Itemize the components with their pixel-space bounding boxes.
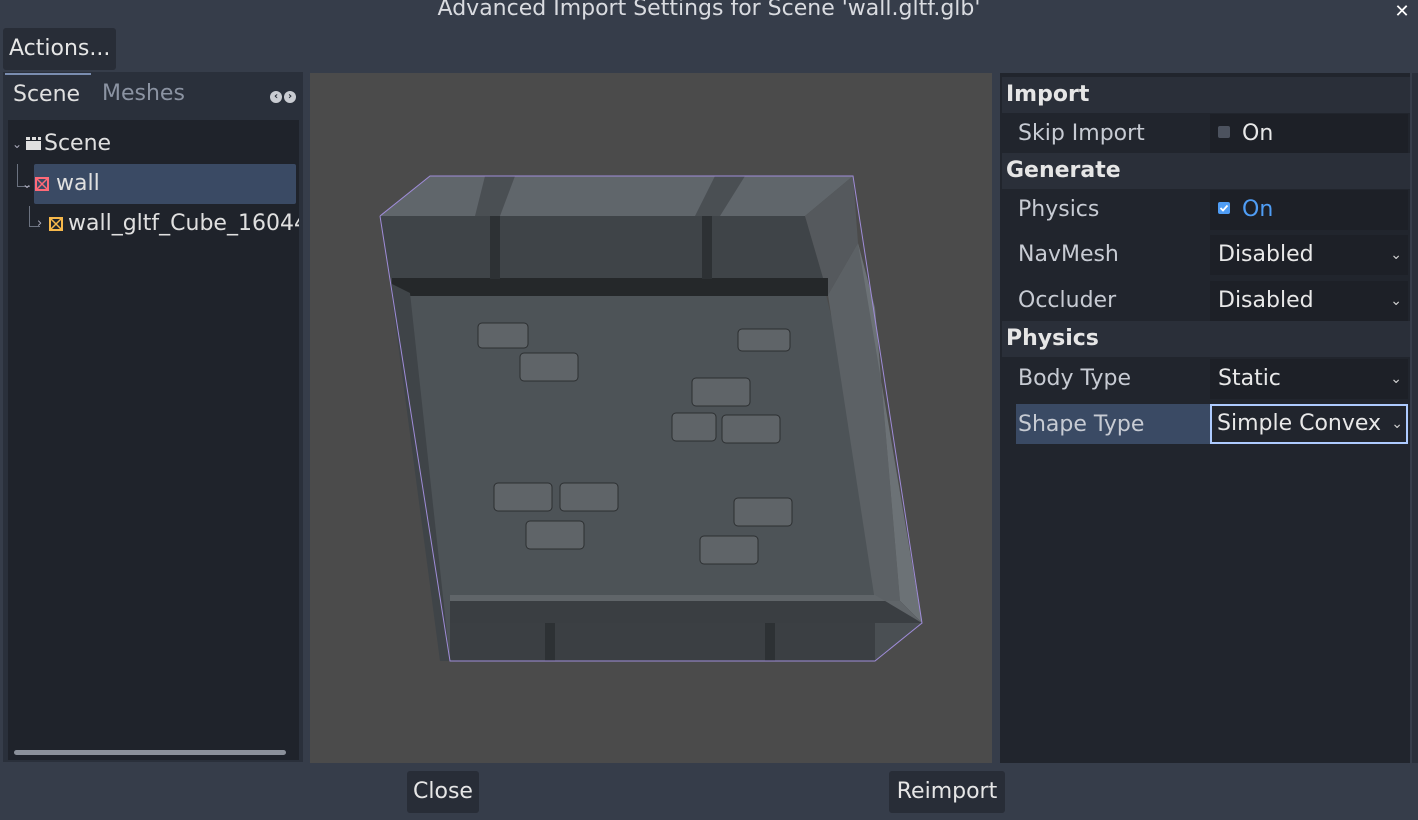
horizontal-scrollbar[interactable] [14,750,286,755]
tab-meshes[interactable]: Meshes [94,73,204,115]
occluder-dropdown[interactable]: Disabled ⌄ [1210,281,1408,321]
expand-arrow-icon[interactable]: ⌄ [22,164,32,204]
section-import[interactable]: Import [1002,77,1410,113]
checked-box-icon [1218,202,1230,214]
tree-item-label: wall_gltf_Cube_16044 [68,211,299,236]
dropdown-value: Disabled [1218,288,1314,313]
expand-arrow-icon[interactable]: ⌄ [12,124,22,164]
unchecked-box-icon [1218,126,1230,138]
tree-item-mesh[interactable]: › wall_gltf_Cube_16044 [8,204,299,244]
3d-preview-viewport[interactable] [310,73,992,763]
skip-import-label: Skip Import [1018,121,1145,146]
dropdown-value: Static [1218,366,1281,391]
occluder-label: Occluder [1018,288,1117,313]
checkbox-value: On [1242,121,1274,146]
close-button[interactable]: Close [407,771,479,813]
section-physics[interactable]: Physics [1002,321,1410,357]
skip-import-checkbox[interactable]: On [1210,114,1408,154]
window-title: Advanced Import Settings for Scene 'wall… [437,0,981,21]
title-bar: Advanced Import Settings for Scene 'wall… [0,0,1418,26]
dropdown-value: Simple Convex [1217,411,1382,436]
chevron-down-icon: ⌄ [1391,416,1403,432]
tree-item-label: wall [56,171,100,196]
tree-item-label: Scene [44,131,112,156]
collapse-arrow-icon[interactable]: › [37,204,42,244]
reimport-button[interactable]: Reimport [889,771,1005,813]
tab-scroll-arrows: ‹ › [270,84,304,104]
mesh-instance-icon [48,204,64,258]
chevron-down-icon: ⌄ [1390,247,1402,263]
physics-label: Physics [1018,197,1100,222]
shape-type-label: Shape Type [1018,412,1145,437]
section-generate[interactable]: Generate [1002,153,1410,189]
inspector-scrollbar[interactable] [1412,73,1418,763]
tab-scene[interactable]: Scene [5,73,91,115]
close-window-icon[interactable]: ✕ [1390,0,1414,24]
chevron-down-icon: ⌄ [1390,293,1402,309]
body-type-label: Body Type [1018,366,1132,391]
checkbox-value: On [1242,197,1274,222]
scene-tree: ⌄ Scene ⌄ wall › wall_gltf_Cube_16044 [8,120,299,760]
physics-checkbox[interactable]: On [1210,190,1408,230]
tree-item-wall[interactable]: ⌄ wall [22,164,296,204]
chevron-down-icon: ⌄ [1390,371,1402,387]
actions-menu-button[interactable]: Actions... [3,28,116,70]
wall-model-preview [379,175,923,662]
shape-type-dropdown[interactable]: Simple Convex ⌄ [1210,404,1408,444]
tree-item-scene[interactable]: ⌄ Scene [8,124,299,164]
navmesh-dropdown[interactable]: Disabled ⌄ [1210,235,1408,275]
body-type-dropdown[interactable]: Static ⌄ [1210,359,1408,399]
tab-scroll-left-icon[interactable]: ‹ [270,91,282,103]
dropdown-value: Disabled [1218,242,1314,267]
tab-scroll-right-icon[interactable]: › [284,91,296,103]
navmesh-label: NavMesh [1018,242,1119,267]
